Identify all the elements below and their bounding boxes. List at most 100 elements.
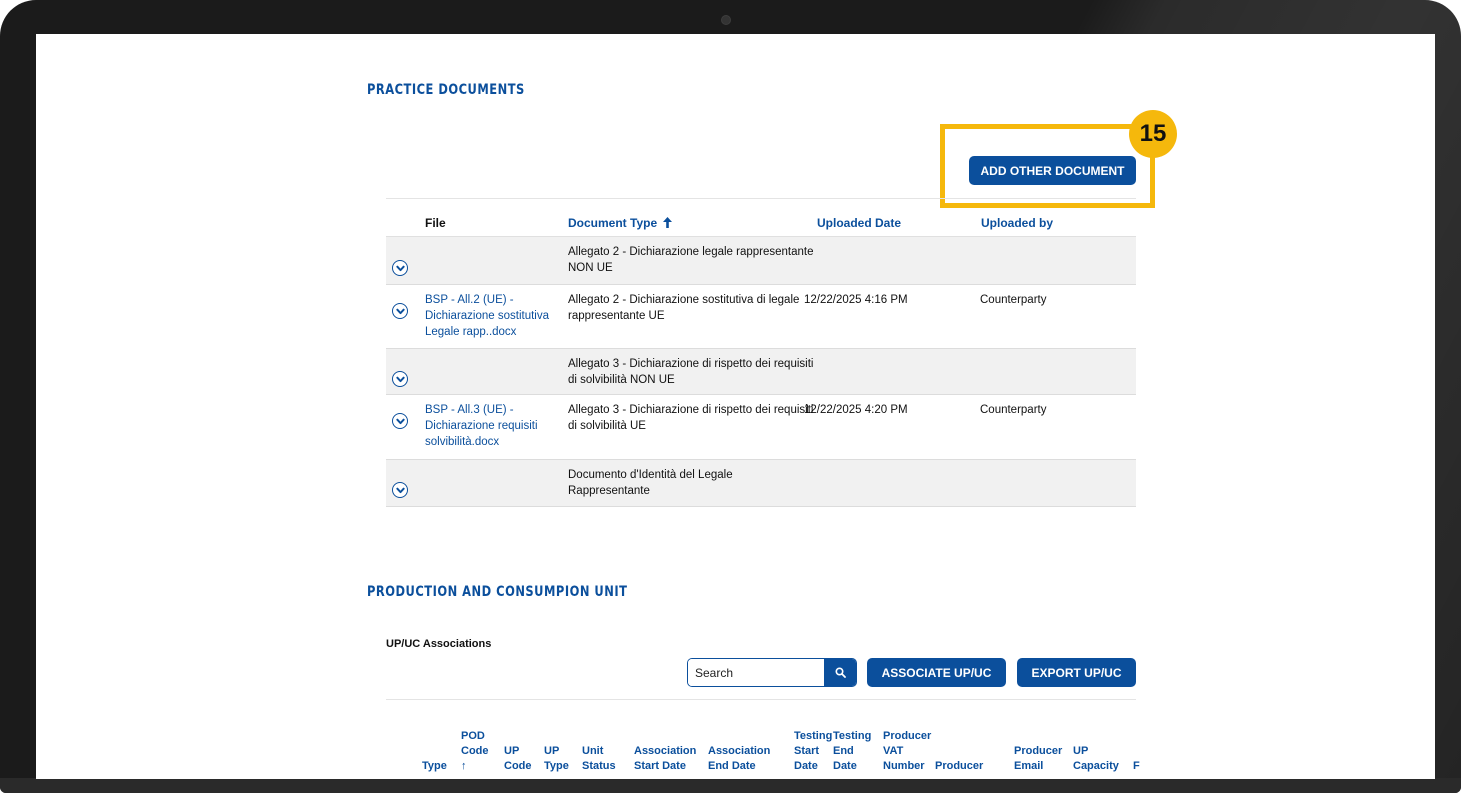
unit-column-header[interactable]: Association End Date xyxy=(708,744,770,774)
search-button[interactable] xyxy=(824,659,856,686)
unit-column-label: UP xyxy=(504,745,520,757)
document-type-line: di solvibilità UE xyxy=(568,420,646,432)
step-highlight-box xyxy=(940,124,1155,208)
expand-row-button[interactable] xyxy=(392,303,408,319)
unit-table-header: Type POD Code ↑ UP Code UP Type Unit Status Associ… xyxy=(386,702,1140,774)
document-type-line: Allegato 2 - Dichiarazione legale rappre… xyxy=(568,246,814,258)
file-name-line: solvibilità.docx xyxy=(425,436,500,448)
unit-column-label: Unit xyxy=(582,745,604,757)
unit-column-label: Association xyxy=(634,745,697,757)
document-type-cell: Documento d'Identità del Legale Rappresen… xyxy=(568,467,733,499)
chevron-down-icon xyxy=(395,376,405,382)
unit-column-label: Date xyxy=(794,760,818,772)
document-type-cell: Allegato 3 - Dichiarazione di rispetto d… xyxy=(568,402,813,434)
unit-column-label: Producer xyxy=(883,730,932,742)
unit-column-label: Code xyxy=(461,745,489,757)
search-icon xyxy=(834,667,846,678)
uploaded-by-cell: Counterparty xyxy=(980,294,1047,306)
upuc-associations-label: UP/UC Associations xyxy=(386,638,492,650)
uploaded-date-cell: 12/22/2025 4:20 PM xyxy=(804,404,908,416)
unit-column-label: Code xyxy=(504,760,532,772)
chevron-down-icon xyxy=(395,265,405,271)
expand-row-button[interactable] xyxy=(392,482,408,498)
export-upuc-button[interactable]: EXPORT UP/UC xyxy=(1017,658,1136,687)
expand-row-button[interactable] xyxy=(392,413,408,429)
file-name-line: BSP - All.3 (UE) - xyxy=(425,404,514,416)
document-type-line: rappresentante UE xyxy=(568,310,665,322)
table-row: Allegato 3 - Dichiarazione di rispetto d… xyxy=(386,349,1136,395)
unit-column-label: Start Date xyxy=(634,760,686,772)
unit-column-label: Type xyxy=(544,760,569,772)
table-row: Documento d'Identità del Legale Rappresen… xyxy=(386,460,1136,507)
unit-column-header[interactable]: Producer Email xyxy=(1014,744,1062,774)
unit-column-header[interactable]: UP Capacity xyxy=(1073,744,1119,774)
document-type-line: Allegato 3 - Dichiarazione di rispetto d… xyxy=(568,404,814,416)
associate-upuc-button[interactable]: ASSOCIATE UP/UC xyxy=(867,658,1006,687)
laptop-bezel: PRACTICE DOCUMENTS ADD OTHER DOCUMENT 15… xyxy=(0,0,1461,793)
column-file: File xyxy=(425,216,446,230)
practice-documents-title: PRACTICE DOCUMENTS xyxy=(367,82,525,98)
expand-row-button[interactable] xyxy=(392,371,408,387)
arrow-up-icon: ↑ xyxy=(461,760,467,772)
unit-column-label: UP xyxy=(544,745,560,757)
search-input[interactable] xyxy=(688,659,824,686)
document-type-line: Allegato 2 - Dichiarazione sostitutiva d… xyxy=(568,294,800,306)
column-uploaded-date[interactable]: Uploaded Date xyxy=(817,216,901,230)
production-unit-title: PRODUCTION AND CONSUMPION UNIT xyxy=(367,584,628,600)
document-type-line: Documento d'Identità del Legale xyxy=(568,469,733,481)
unit-column-header[interactable]: POD Code ↑ xyxy=(461,729,489,774)
file-name-line: Legale rapp..docx xyxy=(425,326,517,338)
documents-table: File Document Type Uploaded Date Uploade… xyxy=(386,198,1136,507)
document-type-line: Rappresentante xyxy=(568,485,650,497)
unit-column-label: VAT xyxy=(883,745,904,757)
unit-column-header[interactable]: UP Code xyxy=(504,744,532,774)
unit-column-label: End Date xyxy=(708,760,756,772)
unit-column-header[interactable]: Producer VAT Number xyxy=(883,729,931,774)
unit-column-header[interactable]: Testing Start Date xyxy=(794,729,832,774)
unit-column-header[interactable]: UP Type xyxy=(544,744,569,774)
unit-column-header[interactable]: Testing End Date xyxy=(833,729,871,774)
unit-column-label: Testing xyxy=(833,730,872,742)
file-name-line: Dichiarazione requisiti xyxy=(425,420,538,432)
unit-column-label: End xyxy=(833,745,854,757)
file-link[interactable]: BSP - All.3 (UE) - Dichiarazione requisit… xyxy=(425,402,538,450)
unit-table-divider xyxy=(386,699,1136,700)
bezel-bottom-edge xyxy=(0,778,1461,793)
unit-column-label: Testing xyxy=(794,730,833,742)
document-type-line: di solvibilità NON UE xyxy=(568,374,675,386)
unit-column-label: Date xyxy=(833,760,857,772)
unit-column-label: Producer xyxy=(935,760,984,772)
column-document-type[interactable]: Document Type xyxy=(568,216,673,230)
document-type-cell: Allegato 2 - Dichiarazione sostitutiva d… xyxy=(568,292,799,324)
unit-column-header[interactable]: Type xyxy=(422,759,447,774)
unit-column-header[interactable]: Producer xyxy=(935,759,983,774)
column-document-type-label: Document Type xyxy=(568,216,658,230)
unit-column-label: Producer xyxy=(1014,745,1063,757)
file-name-line: BSP - All.2 (UE) - xyxy=(425,294,514,306)
unit-column-header[interactable]: Association Start Date xyxy=(634,744,696,774)
table-row: BSP - All.2 (UE) - Dichiarazione sostitut… xyxy=(386,285,1136,349)
unit-column-label: UP xyxy=(1073,745,1089,757)
chevron-down-icon xyxy=(395,418,405,424)
unit-column-header[interactable]: Unit Status xyxy=(582,744,616,774)
uploaded-by-cell: Counterparty xyxy=(980,404,1047,416)
camera-icon xyxy=(721,15,731,25)
chevron-down-icon xyxy=(395,308,405,314)
column-uploaded-by[interactable]: Uploaded by xyxy=(981,216,1053,230)
unit-column-label: Status xyxy=(582,760,616,772)
unit-column-label: Number xyxy=(883,760,925,772)
unit-column-label: Capacity xyxy=(1073,760,1119,772)
table-row: BSP - All.3 (UE) - Dichiarazione requisit… xyxy=(386,395,1136,460)
chevron-down-icon xyxy=(395,487,405,493)
step-badge: 15 xyxy=(1129,110,1177,158)
file-name-line: Dichiarazione sostitutiva xyxy=(425,310,550,322)
expand-row-button[interactable] xyxy=(392,260,408,276)
arrow-up-icon xyxy=(663,217,673,228)
unit-column-header[interactable]: F xyxy=(1133,759,1140,774)
document-type-line: Allegato 3 - Dichiarazione di rispetto d… xyxy=(568,358,814,370)
unit-column-label: Type xyxy=(422,760,447,772)
table-row: Allegato 2 - Dichiarazione legale rappre… xyxy=(386,237,1136,285)
unit-column-label: Email xyxy=(1014,760,1044,772)
file-link[interactable]: BSP - All.2 (UE) - Dichiarazione sostitut… xyxy=(425,292,549,340)
search-box xyxy=(687,658,857,687)
